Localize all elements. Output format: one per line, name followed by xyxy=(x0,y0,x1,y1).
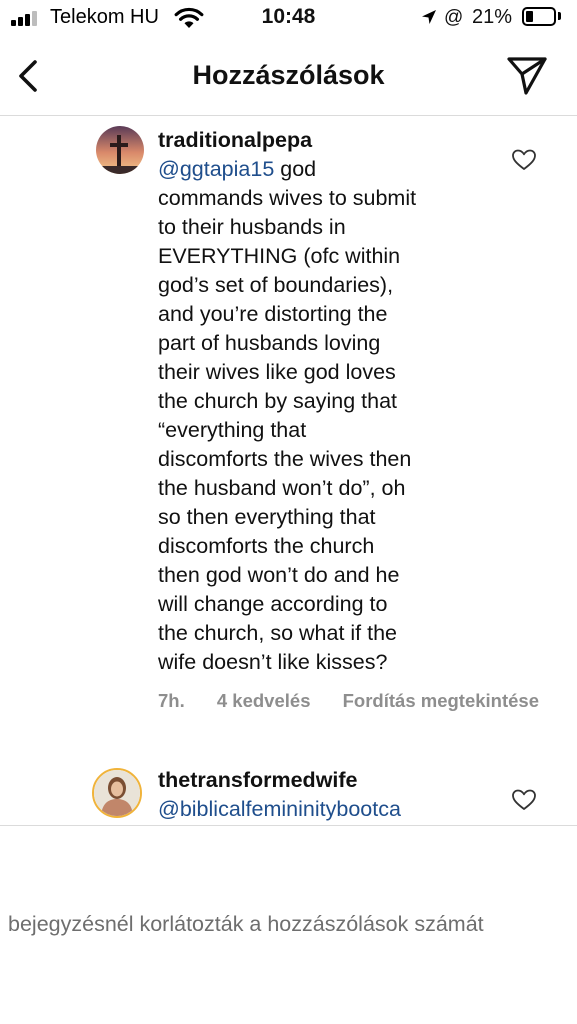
comment-username[interactable]: traditionalpepa xyxy=(158,126,488,155)
navigation-header: Hozzászólások xyxy=(0,40,577,116)
comment-time: 7h. xyxy=(158,690,185,711)
avatar[interactable] xyxy=(96,126,144,174)
send-icon[interactable] xyxy=(502,54,550,98)
likes-count-link[interactable]: 4 kedvelés xyxy=(217,690,311,711)
like-heart-icon[interactable] xyxy=(511,788,537,812)
comment-mention[interactable]: @biblicalfemininitybootca xyxy=(158,795,498,824)
rotation-lock-icon: @ xyxy=(444,7,464,28)
battery-tip xyxy=(558,12,561,20)
battery-icon xyxy=(522,7,556,26)
comment-lines: @ggtapia15 god commands wives to submit … xyxy=(158,157,417,674)
like-heart-icon[interactable] xyxy=(511,148,537,172)
comment-mention[interactable]: @ggtapia15 xyxy=(158,157,274,181)
page-title: Hozzászólások xyxy=(192,60,385,90)
comments-restricted-notice: bejegyzésnél korlátozták a hozzászólások… xyxy=(8,912,484,936)
battery-percentage: 21% xyxy=(472,6,513,28)
location-arrow-icon xyxy=(422,10,436,24)
comment-username[interactable]: thetransformedwife xyxy=(158,766,498,795)
divider xyxy=(0,825,577,826)
status-bar: Telekom HU 10:48 @ 21% xyxy=(0,0,577,40)
comment-meta: 7h. 4 kedvelés Fordítás megtekintése xyxy=(158,690,566,712)
see-translation-link[interactable]: Fordítás megtekintése xyxy=(343,690,539,711)
comment-text: traditionalpepa @ggtapia15 god commands … xyxy=(158,126,488,677)
comment-text: thetransformedwife @biblicalfemininitybo… xyxy=(158,766,498,824)
avatar[interactable] xyxy=(92,768,142,818)
